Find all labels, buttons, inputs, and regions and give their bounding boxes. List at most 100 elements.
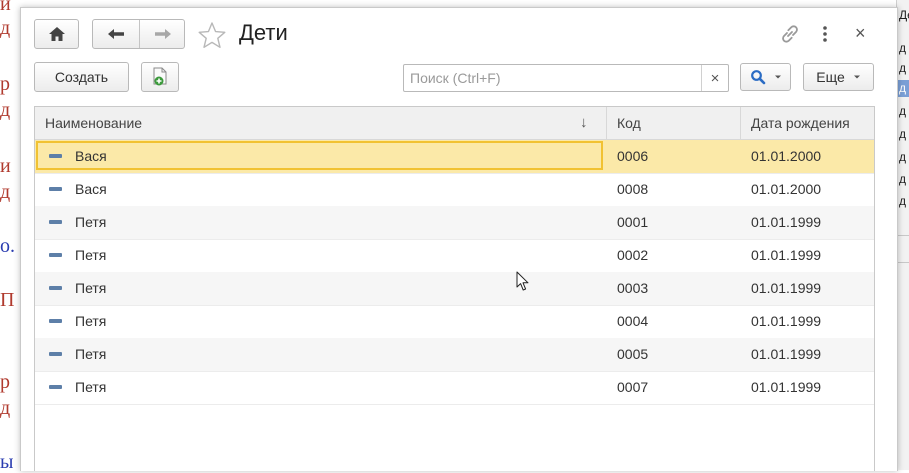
bg-text-fragment: ы (0, 451, 14, 473)
bg-text-fragment: П (0, 289, 15, 311)
arrow-left-icon (108, 29, 124, 39)
cell-birth-date: 01.01.1999 (751, 346, 822, 362)
search-button[interactable] (740, 63, 791, 91)
table-row[interactable]: Петя 0002 01.01.1999 (35, 239, 874, 273)
clear-icon: × (710, 69, 720, 87)
forward-button[interactable] (140, 20, 185, 48)
catalog-item-icon (49, 385, 62, 389)
cell-birth-date: 01.01.2000 (751, 148, 822, 164)
bg-text-fragment: д (0, 17, 11, 39)
star-icon (198, 22, 226, 48)
cell-name: Петя (75, 214, 107, 230)
link-button[interactable] (779, 23, 801, 45)
bg-text-fragment: д (899, 61, 907, 75)
catalog-item-icon (49, 319, 62, 323)
column-header-name[interactable]: Наименование (35, 107, 606, 139)
home-icon (48, 27, 65, 41)
arrow-right-icon (154, 29, 171, 39)
cell-name: Вася (75, 181, 107, 197)
favorite-button[interactable] (197, 21, 227, 49)
cell-code: 0008 (617, 181, 649, 197)
create-button[interactable]: Создать (34, 62, 129, 92)
copy-button[interactable] (141, 62, 179, 92)
table-row[interactable]: Петя 0007 01.01.1999 (35, 371, 874, 405)
column-header-code[interactable]: Код (607, 107, 740, 139)
cell-code: 0005 (617, 346, 649, 362)
cell-birth-date: 01.01.2000 (751, 181, 822, 197)
home-button[interactable] (34, 19, 79, 49)
back-button[interactable] (93, 20, 140, 48)
bg-text-fragment: д (899, 41, 907, 55)
bg-text-fragment: д (899, 127, 907, 141)
column-header-birth-date[interactable]: Дата рождения (741, 107, 874, 139)
bg-text-fragment: д (899, 150, 907, 164)
table-row[interactable]: Петя 0004 01.01.1999 (35, 305, 874, 339)
column-header-label: Наименование (45, 115, 143, 131)
more-actions-button[interactable] (819, 24, 831, 44)
selected-cell-frame (36, 141, 603, 170)
cell-code: 0002 (617, 247, 649, 263)
catalog-item-icon (49, 253, 62, 257)
cell-code: 0004 (617, 313, 649, 329)
bg-text-fragment: д (899, 81, 907, 95)
link-icon (782, 25, 798, 43)
bg-text-fragment: о. (0, 235, 15, 257)
bg-text-fragment: д (0, 181, 11, 203)
column-header-label: Код (617, 115, 641, 131)
cell-code: 0001 (617, 214, 649, 230)
cell-name: Вася (75, 148, 107, 164)
bg-text-fragment: д (899, 104, 907, 118)
dropdown-arrow-icon (853, 75, 860, 79)
cell-code: 0007 (617, 379, 649, 395)
cell-name: Петя (75, 280, 107, 296)
catalog-window: Дети × Создать × (20, 7, 898, 471)
catalog-item-icon (49, 352, 62, 356)
cell-name: Петя (75, 247, 107, 263)
mouse-cursor-icon (516, 271, 529, 291)
table-row[interactable]: Петя 0001 01.01.1999 (35, 206, 874, 240)
more-button[interactable]: Еще (803, 63, 874, 91)
search-field: × (403, 64, 729, 92)
copy-add-icon (153, 67, 167, 86)
bg-text-fragment: д (899, 194, 907, 208)
bg-text-fragment: д (899, 172, 907, 186)
catalog-item-icon (49, 286, 62, 290)
more-vertical-icon (823, 26, 827, 42)
close-icon: × (855, 23, 866, 43)
column-header-label: Дата рождения (751, 115, 850, 131)
cell-code: 0006 (617, 148, 649, 164)
catalog-list-table: Наименование ↓ Код Дата рождения Вася 00… (34, 106, 875, 471)
dropdown-arrow-icon (774, 75, 781, 79)
sort-descending-icon: ↓ (580, 114, 588, 131)
bg-text-fragment: р (0, 73, 10, 95)
table-row[interactable]: Петя 0005 01.01.1999 (35, 338, 874, 372)
bg-text-fragment: д (0, 99, 11, 121)
table-row[interactable]: Вася 0008 01.01.2000 (35, 173, 874, 207)
magnifier-icon (750, 70, 765, 85)
cell-name: Петя (75, 313, 107, 329)
more-button-label: Еще (816, 69, 845, 85)
close-button[interactable]: × (855, 23, 866, 43)
bg-text-fragment: Де (899, 8, 909, 22)
window-title: Дети (239, 20, 288, 45)
bg-text-fragment: и (0, 0, 11, 15)
bg-text-fragment: и (0, 155, 11, 177)
catalog-item-icon (49, 154, 62, 158)
catalog-item-icon (49, 220, 62, 224)
navigation-button-group (92, 19, 185, 49)
table-row[interactable]: Вася 0006 01.01.2000 (35, 140, 874, 174)
bg-divider (897, 235, 909, 236)
table-row[interactable]: Петя 0003 01.01.1999 (35, 272, 874, 306)
catalog-item-icon (49, 187, 62, 191)
create-button-label: Создать (54, 69, 109, 85)
search-input[interactable] (404, 65, 712, 91)
bg-text-fragment: р (0, 371, 10, 393)
search-clear-button[interactable]: × (701, 65, 728, 91)
bg-text-fragment: д (0, 397, 11, 419)
table-header: Наименование ↓ Код Дата рождения (35, 107, 874, 140)
cell-name: Петя (75, 379, 107, 395)
cell-birth-date: 01.01.1999 (751, 313, 822, 329)
cell-birth-date: 01.01.1999 (751, 247, 822, 263)
bg-divider (897, 262, 909, 263)
cell-birth-date: 01.01.1999 (751, 379, 822, 395)
